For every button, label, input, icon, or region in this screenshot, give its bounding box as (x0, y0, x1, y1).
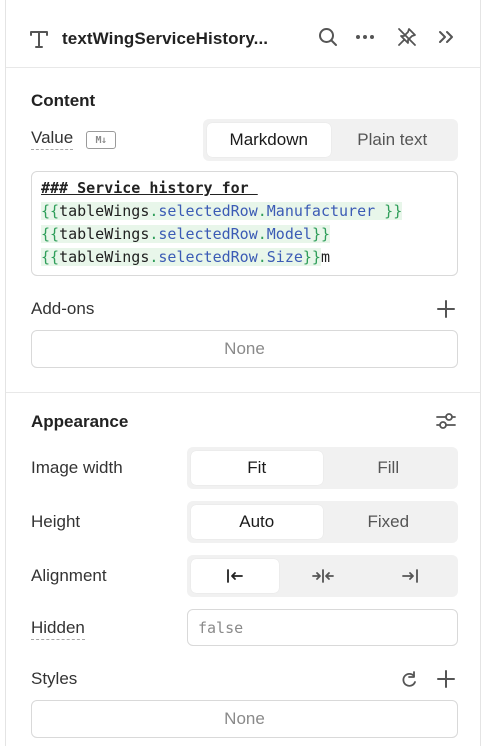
template-property: selectedRow (158, 225, 258, 243)
image-width-label: Image width (31, 458, 123, 477)
template-property: selectedRow (158, 202, 258, 220)
markdown-badge: M↓ (86, 131, 116, 149)
image-width-toggle: Fit Fill (187, 447, 458, 489)
template-dot: . (257, 202, 267, 220)
template-property: selectedRow (158, 248, 258, 266)
image-width-fit-option[interactable]: Fit (191, 451, 323, 485)
search-icon (317, 26, 339, 53)
sliders-icon (435, 413, 457, 436)
hidden-input[interactable]: false (187, 609, 458, 646)
inspector-panel: textWingServiceHistory... Content Value … (5, 0, 481, 746)
template-dot: . (257, 248, 267, 266)
styles-label: Styles (31, 669, 78, 688)
plus-icon (435, 300, 457, 324)
align-left-icon (225, 567, 245, 585)
template-open-brace: {{ (41, 248, 60, 266)
more-icon (354, 26, 376, 53)
text-type-icon (28, 28, 50, 50)
component-name[interactable]: textWingServiceHistory... (62, 29, 268, 49)
template-expression-model: {{tableWings.selectedRow.Model}} (41, 225, 330, 243)
alignment-label: Alignment (31, 566, 107, 585)
align-center-option[interactable] (279, 559, 367, 593)
reset-icon (398, 671, 420, 695)
mode-plain-text-option[interactable]: Plain text (331, 123, 455, 157)
more-button[interactable] (352, 26, 378, 52)
value-code-editor[interactable]: ### Service history for {{tableWings.sel… (31, 171, 458, 276)
markdown-heading-text: ### Service history for (41, 179, 258, 197)
add-style-button[interactable] (435, 668, 457, 690)
template-object: tableWings (59, 202, 150, 220)
add-addon-button[interactable] (435, 298, 457, 320)
template-close-brace: }} (375, 202, 403, 220)
value-label[interactable]: Value (31, 128, 74, 150)
align-left-option[interactable] (191, 559, 279, 593)
align-center-icon (311, 567, 334, 585)
mode-markdown-option[interactable]: Markdown (207, 123, 331, 157)
height-label: Height (31, 512, 81, 531)
image-width-fill-option[interactable]: Fill (323, 451, 455, 485)
styles-empty-state[interactable]: None (31, 700, 458, 738)
template-close-brace: }} (302, 248, 321, 266)
template-expression-size: {{tableWings.selectedRow.Size}} (41, 248, 321, 266)
align-right-option[interactable] (366, 559, 454, 593)
height-fixed-option[interactable]: Fixed (323, 505, 455, 539)
unpin-button[interactable] (394, 26, 420, 52)
unpin-icon (396, 26, 418, 53)
appearance-section-title: Appearance (31, 412, 129, 431)
template-expression-manufacturer: {{tableWings.selectedRow.Manufacturer }} (41, 202, 403, 220)
align-right-icon (400, 567, 420, 585)
search-button[interactable] (315, 26, 341, 52)
collapse-button[interactable] (433, 26, 459, 52)
addons-empty-state[interactable]: None (31, 330, 458, 368)
appearance-settings-button[interactable] (435, 410, 457, 432)
template-object: tableWings (59, 248, 150, 266)
collapse-icon (435, 26, 457, 53)
alignment-toggle (187, 555, 458, 597)
trailing-text: m (320, 248, 330, 266)
value-mode-toggle: Markdown Plain text (203, 119, 458, 161)
template-open-brace: {{ (41, 225, 60, 243)
template-property: Manufacturer (266, 202, 376, 220)
addons-label: Add-ons (31, 299, 95, 318)
template-property: Size (266, 248, 303, 266)
template-object: tableWings (59, 225, 150, 243)
template-close-brace: }} (311, 225, 330, 243)
height-auto-option[interactable]: Auto (191, 505, 323, 539)
template-property: Model (266, 225, 312, 243)
template-open-brace: {{ (41, 202, 60, 220)
template-dot: . (257, 225, 267, 243)
content-section-title: Content (31, 91, 96, 110)
section-divider (6, 392, 480, 393)
reset-styles-button[interactable] (398, 669, 420, 691)
inspector-header: textWingServiceHistory... (6, 0, 480, 68)
height-toggle: Auto Fixed (187, 501, 458, 543)
hidden-label[interactable]: Hidden (31, 618, 85, 640)
plus-icon (435, 670, 457, 694)
